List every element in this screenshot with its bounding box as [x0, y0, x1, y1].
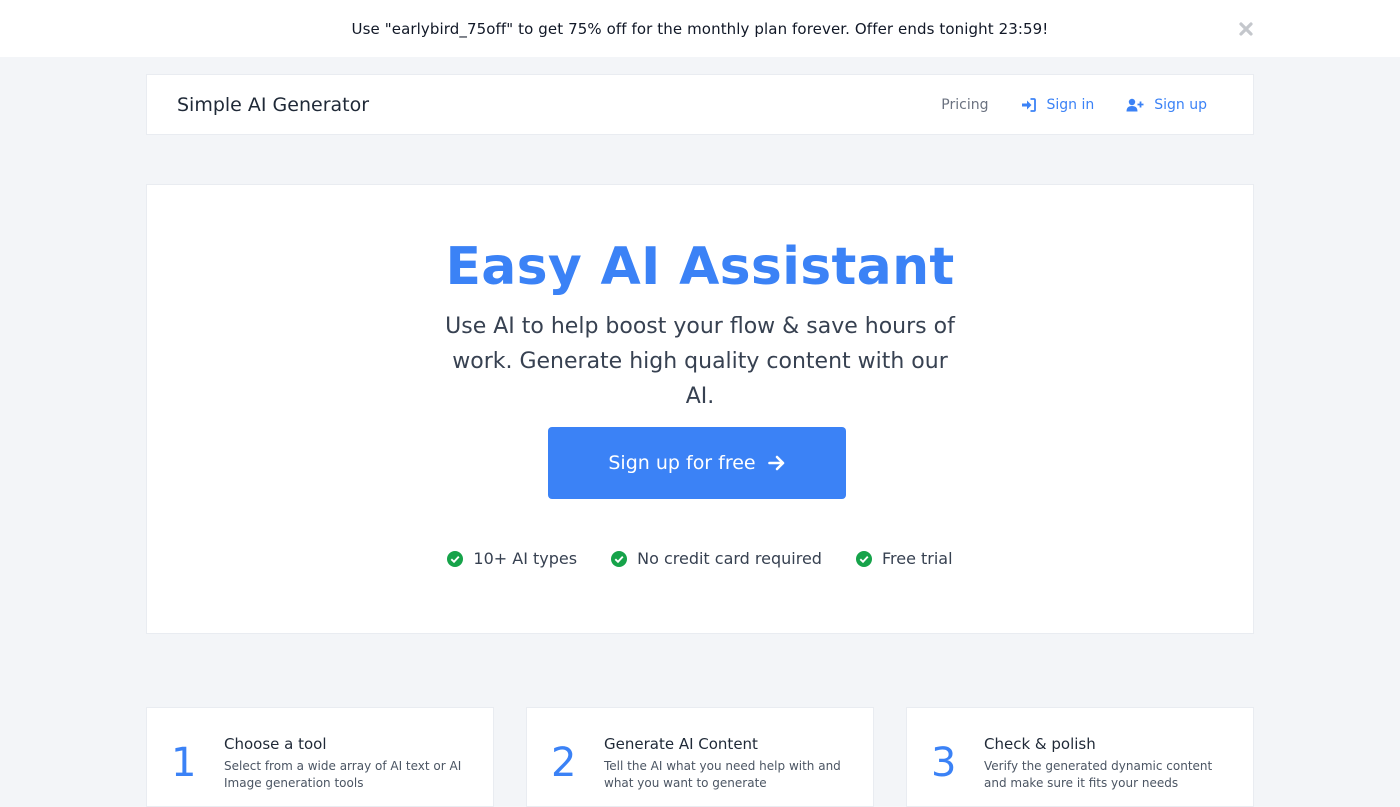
feature-item: 10+ AI types [447, 549, 577, 568]
check-circle-icon [855, 550, 872, 567]
user-plus-icon [1126, 98, 1144, 112]
nav-pricing-label: Pricing [941, 96, 989, 113]
feature-label: Free trial [881, 549, 953, 568]
step-card-2: 2 Generate AI Content Tell the AI what y… [526, 707, 874, 807]
step-description: Verify the generated dynamic content and… [984, 759, 1213, 790]
step-description: Select from a wide array of AI text or A… [224, 759, 462, 790]
feature-label: 10+ AI types [473, 549, 578, 568]
nav-links: Pricing Sign in Sign up [941, 97, 1207, 113]
step-title: Choose a tool [224, 735, 327, 753]
feature-item: Free trial [855, 549, 953, 568]
nav-pricing-link[interactable]: Pricing [941, 97, 988, 113]
cta-label: Sign up for free [608, 452, 756, 474]
sign-in-icon [1021, 97, 1037, 112]
arrow-right-icon [767, 455, 786, 471]
step-card-3: 3 Check & polish Verify the generated dy… [906, 707, 1254, 807]
step-title: Generate AI Content [604, 735, 758, 753]
feature-item: No credit card required [611, 549, 822, 568]
sign-up-free-button[interactable]: Sign up for free [548, 427, 846, 499]
promo-text: Use "earlybird_75off" to get 75% off for… [351, 19, 1049, 38]
step-number: 3 [931, 740, 957, 786]
brand-name[interactable]: Simple AI Generator [177, 94, 941, 116]
step-number: 2 [551, 740, 577, 786]
times-icon[interactable] [1235, 18, 1257, 40]
feature-label: No credit card required [637, 549, 822, 568]
hero-title: Easy AI Assistant [445, 237, 955, 297]
check-circle-icon [611, 550, 628, 567]
step-number: 1 [171, 740, 197, 786]
nav-sign-in-link[interactable]: Sign in [1021, 96, 1095, 113]
check-circle-icon [447, 550, 464, 567]
nav-sign-in-label: Sign in [1046, 96, 1095, 113]
nav-sign-up-link[interactable]: Sign up [1126, 97, 1207, 113]
navbar: Simple AI Generator Pricing Sign in Sign… [146, 74, 1254, 135]
step-title: Check & polish [984, 735, 1096, 753]
hero-card: Easy AI Assistant Use AI to help boost y… [146, 184, 1254, 634]
hero-subtitle: Use AI to help boost your flow & save ho… [445, 314, 955, 409]
nav-sign-up-label: Sign up [1154, 96, 1207, 113]
promo-banner: Use "earlybird_75off" to get 75% off for… [0, 0, 1400, 57]
step-description: Tell the AI what you need help with and … [604, 759, 841, 790]
feature-list: 10+ AI types No credit card required Fre… [147, 549, 1253, 568]
step-card-1: 1 Choose a tool Select from a wide array… [146, 707, 494, 807]
